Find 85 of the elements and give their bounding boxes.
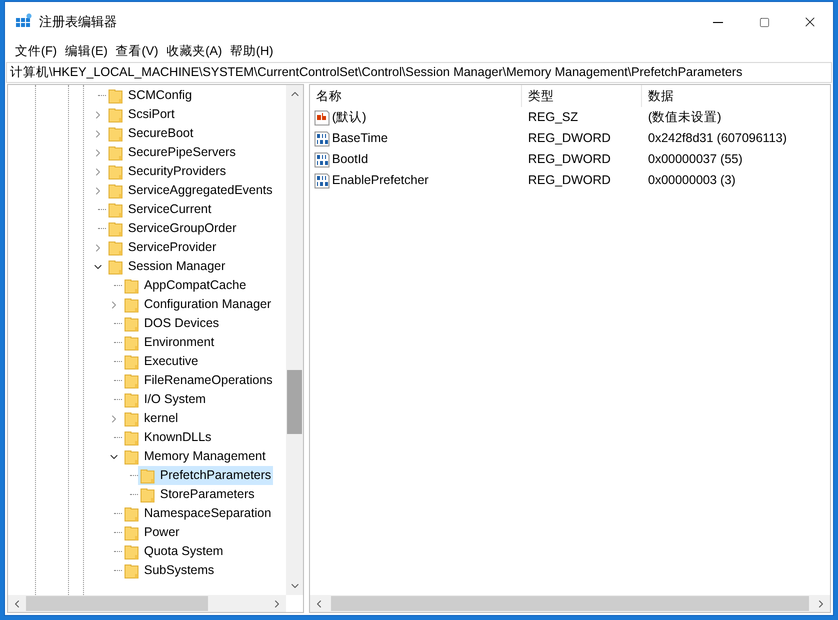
menu-item[interactable]: 帮助(H) <box>226 42 278 60</box>
tree-item[interactable]: ServiceProvider <box>106 238 218 257</box>
tree-item[interactable]: Configuration Manager <box>122 295 274 314</box>
value-type: REG_DWORD <box>527 172 612 190</box>
folder-icon <box>124 506 140 522</box>
horizontal-scrollbar[interactable] <box>8 595 286 612</box>
tree-item[interactable]: Memory Management <box>122 447 268 466</box>
folder-icon <box>124 296 140 312</box>
window-title: 注册表编辑器 <box>39 13 117 32</box>
tree-item[interactable]: ServiceGroupOrder <box>106 219 238 238</box>
folder-icon <box>124 448 140 464</box>
menu-item[interactable]: 文件(F) <box>11 42 61 60</box>
folder-icon <box>108 240 124 256</box>
folder-icon <box>124 372 140 388</box>
value-name[interactable]: BootId <box>332 150 368 169</box>
vertical-scrollbar[interactable] <box>286 85 303 595</box>
maximize-icon <box>758 16 770 28</box>
column-header[interactable]: 数据 <box>642 85 830 107</box>
value-type: REG_DWORD <box>527 151 612 168</box>
tree-item[interactable]: Session Manager <box>106 257 228 276</box>
menu-item[interactable]: 查看(V) <box>112 42 162 60</box>
tree-item[interactable]: I/O System <box>122 390 208 409</box>
folder-icon <box>140 486 156 502</box>
tree-item[interactable]: ServiceAggregatedEvents <box>106 181 275 200</box>
binary-value-icon <box>314 172 330 188</box>
value-name[interactable]: EnablePrefetcher <box>332 171 429 190</box>
folder-icon <box>108 106 124 122</box>
folder-icon <box>124 334 140 350</box>
value-type: REG_SZ <box>527 109 580 126</box>
folder-icon <box>124 524 140 540</box>
tree-item[interactable]: PrefetchParameters <box>138 466 274 485</box>
value-data: 0x00000003 (3) <box>647 172 736 190</box>
folder-icon <box>108 182 124 198</box>
value-name[interactable]: BaseTime <box>332 129 388 148</box>
folder-icon <box>124 430 140 446</box>
tree-item[interactable]: NamespaceSeparation <box>122 504 274 523</box>
tree-item[interactable]: SCMConfig <box>106 86 194 105</box>
folder-icon <box>140 468 156 484</box>
string-value-icon <box>314 110 330 126</box>
folder-icon <box>108 202 124 218</box>
value-data: 0x242f8d31 (607096113) <box>647 130 787 148</box>
folder-icon <box>108 144 124 160</box>
value-data: 0x00000037 (55) <box>647 151 743 168</box>
folder-icon <box>108 126 124 142</box>
menu-item[interactable]: 编辑(E) <box>60 42 112 60</box>
menu-item[interactable]: 收藏夹(A) <box>162 42 226 60</box>
column-header[interactable]: 类型 <box>522 85 642 107</box>
tree-item[interactable]: SubSystems <box>122 561 216 580</box>
tree-item[interactable]: Power <box>122 523 182 542</box>
folder-icon <box>124 410 140 426</box>
tree-item[interactable]: DOS Devices <box>122 314 222 333</box>
value-data: (数值未设置) <box>647 109 722 126</box>
tree-item[interactable]: Executive <box>122 352 200 371</box>
folder-icon <box>124 562 140 578</box>
tree-item[interactable]: FileRenameOperations <box>122 371 275 390</box>
folder-icon <box>108 164 124 180</box>
value-type: REG_DWORD <box>527 130 612 148</box>
folder-icon <box>108 258 124 274</box>
tree-item[interactable]: ServiceCurrent <box>106 200 214 219</box>
folder-icon <box>124 544 140 560</box>
scrollbar-thumb[interactable] <box>287 370 302 434</box>
horizontal-scrollbar[interactable] <box>310 595 830 612</box>
binary-value-icon <box>314 130 330 146</box>
address-bar[interactable]: 计算机\HKEY_LOCAL_MACHINE\SYSTEM\CurrentControlSet\Control\Session Manager\Memory Management\PrefetchParameters <box>6 62 832 83</box>
scrollbar-thumb[interactable] <box>331 596 809 611</box>
folder-icon <box>108 220 124 236</box>
folder-icon <box>124 278 140 294</box>
tree-item[interactable]: KnownDLLs <box>122 428 214 447</box>
scrollbar-thumb[interactable] <box>26 596 208 611</box>
folder-icon <box>124 316 140 332</box>
binary-value-icon <box>314 152 330 168</box>
folder-icon <box>124 354 140 370</box>
tree-item[interactable]: kernel <box>122 409 180 428</box>
tree-item[interactable]: SecurePipeServers <box>106 143 238 162</box>
tree-item[interactable]: AppCompatCache <box>122 276 248 295</box>
tree-item[interactable]: SecurityProviders <box>106 162 228 181</box>
value-name[interactable]: (默认) <box>332 108 366 127</box>
tree-item[interactable]: SecureBoot <box>106 124 196 143</box>
tree-item[interactable]: Quota System <box>122 542 226 561</box>
folder-icon <box>124 392 140 408</box>
tree-item[interactable]: Environment <box>122 333 216 352</box>
column-header[interactable]: 名称 <box>310 85 522 107</box>
folder-icon <box>108 88 124 104</box>
tree-item[interactable]: ScsiPort <box>106 105 177 124</box>
tree-item[interactable]: StoreParameters <box>138 485 256 504</box>
